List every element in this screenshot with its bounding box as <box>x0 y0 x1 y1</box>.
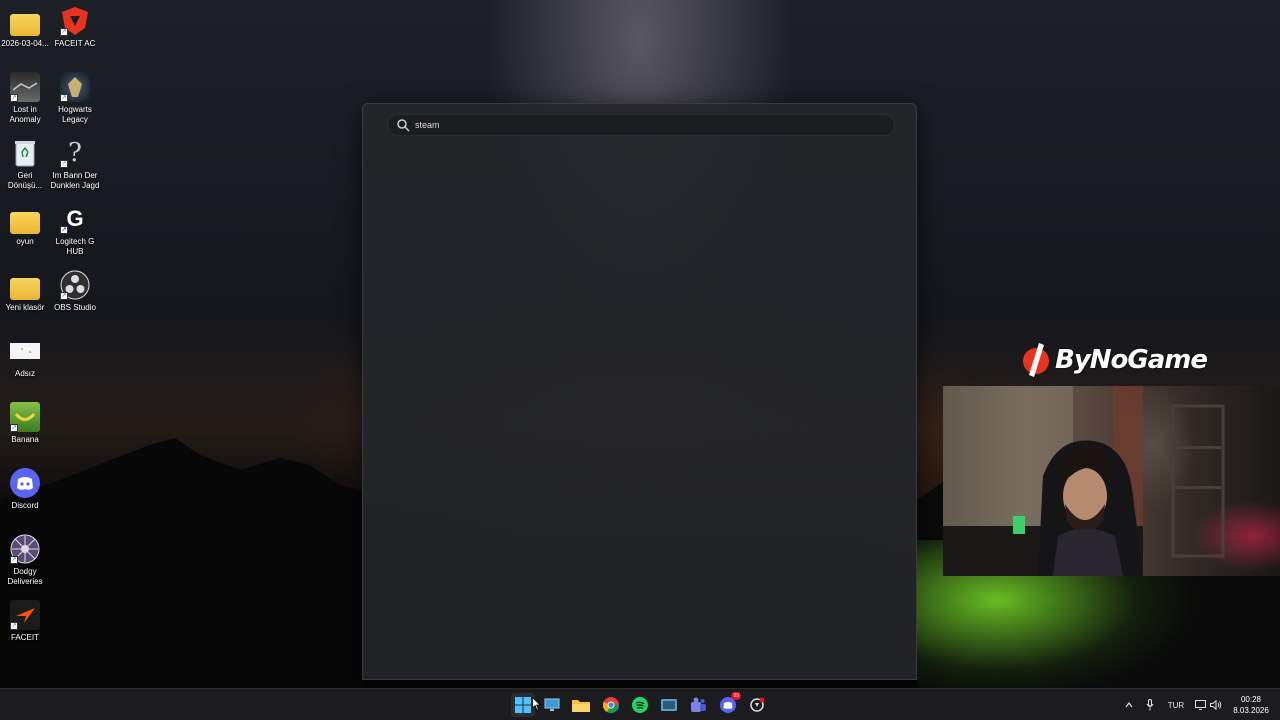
search-box[interactable] <box>387 114 895 136</box>
desktop-icon-faceit-ac[interactable]: ↗ FACEIT AC <box>50 6 100 49</box>
desktop-icon-label: FACEIT AC <box>54 39 96 48</box>
taskbar-file-explorer[interactable] <box>569 693 593 717</box>
desktop-icon-label: Banana <box>11 435 39 444</box>
webcam-feed <box>943 386 1280 576</box>
desktop-icon-label: Hogwarts Legacy <box>58 105 92 124</box>
teams-icon <box>691 697 706 712</box>
faceit-ac-tray-icon <box>750 697 765 712</box>
desktop-icon-label: Geri Dönüşü... <box>7 171 43 190</box>
webcam-scene <box>943 386 1225 576</box>
desktop-icon-label: FACEIT <box>10 633 39 642</box>
desktop-icon-label: Dodgy Deliveries <box>7 567 43 586</box>
microphone-icon <box>1146 699 1154 711</box>
bynogame-logo-icon <box>1023 343 1049 377</box>
desktop-icon-2026-folder[interactable]: 2026-03-04... <box>0 6 50 49</box>
desktop-icon-banana[interactable]: ↗ Banana <box>0 402 50 445</box>
folder-icon <box>10 14 40 36</box>
desktop-icon-logitech-g-hub[interactable]: G ↗ Logitech G HUB <box>50 204 100 257</box>
tray-language[interactable]: TUR <box>1163 697 1189 713</box>
logitech-g-hub-icon: G ↗ <box>60 206 84 234</box>
taskbar-discord[interactable]: 99 <box>716 692 741 717</box>
chrome-icon <box>603 697 619 713</box>
clock-date: 8.03.2026 <box>1233 706 1269 715</box>
chevron-up-icon <box>1125 702 1133 708</box>
network-monitor-icon <box>1194 700 1206 710</box>
taskbar-faceit-ac[interactable] <box>745 693 769 717</box>
file-explorer-icon <box>572 700 590 712</box>
task-view-icon <box>661 699 677 711</box>
faceit-ac-icon: ↗ <box>60 6 90 36</box>
tray-overflow-chevron[interactable] <box>1122 697 1136 713</box>
spotify-icon <box>632 697 648 713</box>
taskbar: 99 TUR 00:28 8.03.2026 <box>0 688 1280 720</box>
faceit-icon: ↗ <box>10 600 40 630</box>
brand-text: ByNoGame <box>1055 345 1208 375</box>
tray-clock[interactable]: 00:28 8.03.2026 <box>1228 694 1274 716</box>
desktop-icon-faceit[interactable]: ↗ FACEIT <box>0 600 50 643</box>
mouse-cursor <box>532 697 541 711</box>
dodgy-deliveries-icon: ↗ <box>10 534 40 564</box>
desktop-icon-label: Im Bann Der Dunklen Jagd <box>50 171 100 190</box>
discord-icon <box>10 468 40 498</box>
windows-start-icon <box>515 697 531 713</box>
desktop-icon-label: Logitech G HUB <box>55 237 95 256</box>
desktop-icon-label: Lost in Anomaly <box>9 105 41 124</box>
taskbar-desktop-button[interactable] <box>540 693 564 717</box>
tray-network[interactable] <box>1193 697 1207 713</box>
recycle-bin-icon <box>10 138 40 168</box>
desktop-icon-discord[interactable]: Discord <box>0 468 50 511</box>
folder-icon <box>10 212 40 234</box>
clock-time: 00:28 <box>1240 695 1262 704</box>
desktop-icon-im-bann[interactable]: ? ↗ Im Bann Der Dunklen Jagd <box>50 138 100 191</box>
tray-volume[interactable] <box>1209 697 1223 713</box>
desktop-icon-label: Discord <box>11 501 39 510</box>
taskbar-spotify[interactable] <box>628 693 652 717</box>
desktop-icon-adsiz[interactable]: Adsız <box>0 336 50 379</box>
volume-icon <box>1210 700 1222 710</box>
discord-notification-badge: 99 <box>731 692 741 700</box>
search-icon <box>397 119 410 132</box>
desktop-icon <box>544 698 560 711</box>
obs-studio-icon: ↗ <box>60 270 90 300</box>
taskbar-chrome[interactable] <box>599 693 623 717</box>
taskbar-task-view[interactable] <box>657 693 681 717</box>
desktop-icon-yeni-klasor[interactable]: Yeni klasör <box>0 270 50 313</box>
image-file-icon <box>10 336 40 366</box>
folder-icon <box>10 278 40 300</box>
desktop-icon-label: OBS Studio <box>54 303 96 312</box>
taskbar-teams[interactable] <box>686 693 710 717</box>
hogwarts-legacy-icon: ↗ <box>60 72 90 102</box>
desktop-icon-oyun[interactable]: oyun <box>0 204 50 247</box>
tray-microphone[interactable] <box>1143 697 1157 713</box>
desktop-icon-recycle-bin[interactable]: Geri Dönüşü... <box>0 138 50 191</box>
desktop-icon-label: oyun <box>16 237 34 246</box>
desktop-icon-dodgy-deliveries[interactable]: ↗ Dodgy Deliveries <box>0 534 50 587</box>
lost-in-anomaly-icon: ↗ <box>10 72 40 102</box>
search-input[interactable] <box>415 120 875 130</box>
im-bann-icon: ? ↗ <box>60 138 82 168</box>
brand-logo: ByNoGame <box>1022 340 1212 380</box>
desktop-icon-label: Yeni klasör <box>5 303 45 312</box>
desktop-icon-lost-in-anomaly[interactable]: ↗ Lost in Anomaly <box>0 72 50 125</box>
desktop-icon-label: Adsız <box>14 369 35 378</box>
desktop-icon-obs-studio[interactable]: ↗ OBS Studio <box>50 270 100 313</box>
desktop-icon-label: 2026-03-04... <box>1 39 49 48</box>
desktop-icon-hogwarts-legacy[interactable]: ↗ Hogwarts Legacy <box>50 72 100 125</box>
banana-icon: ↗ <box>10 402 40 432</box>
start-search-panel <box>362 103 917 680</box>
